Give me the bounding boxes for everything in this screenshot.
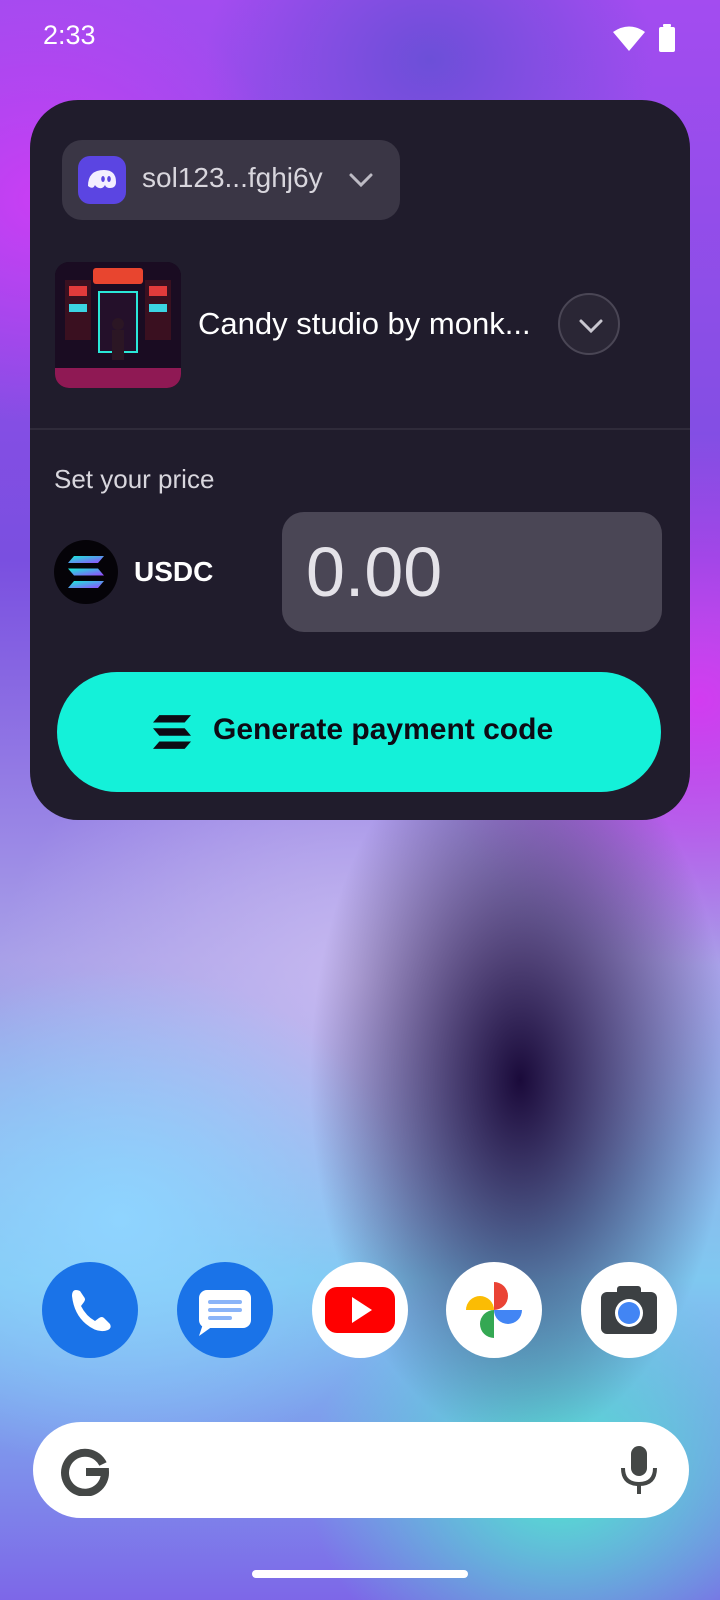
payment-widget: sol123...fghj6y Candy studio by monk... …	[30, 100, 690, 820]
status-time: 2:33	[43, 20, 96, 50]
camera-app-icon[interactable]	[581, 1262, 677, 1358]
mic-icon[interactable]	[609, 1440, 669, 1505]
nft-dropdown-button[interactable]	[558, 293, 620, 355]
phone-app-icon[interactable]	[42, 1262, 138, 1358]
photos-app-icon[interactable]	[446, 1262, 542, 1358]
nft-thumbnail	[55, 262, 181, 388]
solana-icon	[54, 540, 118, 604]
google-search-bar[interactable]	[33, 1422, 689, 1518]
google-g-icon	[59, 1444, 111, 1501]
divider	[30, 428, 690, 430]
wallet-address: sol123...fghj6y	[142, 162, 323, 193]
status-bar: 2:33	[0, 0, 720, 78]
generate-button-label: Generate payment code	[213, 713, 554, 746]
price-label: Set your price	[54, 464, 215, 494]
wifi-icon	[612, 26, 646, 57]
wallet-selector[interactable]: sol123...fghj6y	[62, 140, 400, 220]
ghost-icon	[78, 156, 126, 204]
youtube-app-icon[interactable]	[312, 1262, 408, 1358]
nft-title: Candy studio by monk...	[198, 306, 531, 341]
solana-icon	[153, 715, 191, 754]
chevron-down-icon	[348, 168, 374, 197]
generate-payment-code-button[interactable]: Generate payment code	[57, 672, 661, 792]
price-input[interactable]	[282, 512, 662, 632]
messages-app-icon[interactable]	[177, 1262, 273, 1358]
battery-icon	[658, 24, 676, 57]
token-name: USDC	[134, 556, 214, 587]
home-indicator[interactable]	[252, 1570, 468, 1578]
